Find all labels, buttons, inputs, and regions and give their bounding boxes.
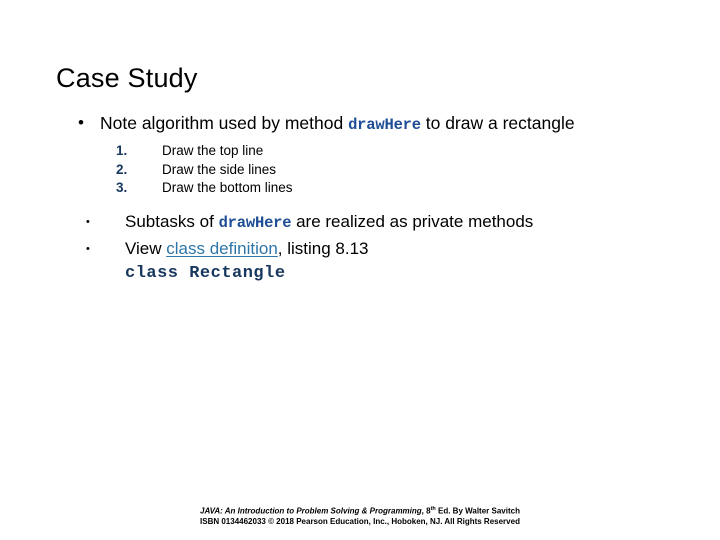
code-token-drawhere: drawHere	[218, 213, 292, 232]
page-title: Case Study	[56, 63, 198, 93]
bullet-level1-text: Note algorithm used by method drawHere t…	[100, 112, 676, 136]
list-item-label: Draw the side lines	[162, 161, 277, 177]
list-item-number: 1.	[116, 143, 128, 158]
bullet-level2-subtasks-text: Subtasks of drawHere are realized as pri…	[125, 209, 676, 236]
bullet-level2-group: • Subtasks of drawHere are realized as p…	[56, 209, 676, 286]
bullet-level2-text-after: are realized as private methods	[291, 211, 534, 231]
class-definition-link[interactable]: class definition	[166, 239, 278, 258]
code-block-class-rectangle: class Rectangle	[125, 263, 286, 283]
footer-edition-suffix: Ed. By Walter Savitch	[435, 506, 520, 516]
list-item-number: 3.	[116, 180, 128, 195]
footer-citation-line: JAVA: An Introduction to Problem Solving…	[0, 504, 720, 517]
bullet-level2-view: • View class definition, listing 8.13	[56, 236, 676, 262]
slide-body: • Note algorithm used by method drawHere…	[56, 112, 676, 286]
bullet-level2-subtasks: • Subtasks of drawHere are realized as p…	[56, 209, 676, 236]
bullet-dot-icon: •	[86, 242, 90, 255]
bullet-dot-icon: •	[78, 113, 84, 132]
list-item-label: Draw the bottom lines	[162, 180, 293, 195]
numbered-list: 1. Draw the top line 2. Draw the side li…	[56, 142, 676, 198]
bullet-level2-view-prefix: View	[125, 238, 167, 258]
bullet-level1: • Note algorithm used by method drawHere…	[56, 112, 676, 136]
list-item-label: Draw the top line	[162, 143, 264, 158]
list-item: 2. Draw the side lines	[56, 161, 676, 180]
bullet-level2-view-text: View class definition, listing 8.13	[125, 236, 676, 262]
footer-edition-prefix: , 8	[421, 506, 431, 516]
list-item: 3. Draw the bottom lines	[56, 179, 676, 198]
slide-canvas: Case Study • Note algorithm used by meth…	[0, 0, 720, 540]
bullet-level1-text-before: Note algorithm used by method	[100, 113, 349, 133]
footer-copyright-line: ISBN 0134462033 © 2018 Pearson Education…	[200, 516, 520, 526]
code-token-drawhere: drawHere	[348, 116, 421, 134]
bullet-dot-icon: •	[86, 215, 90, 228]
bullet-level2-view-suffix: , listing 8.13	[277, 238, 369, 258]
bullet-level1-text-after: to draw a rectangle	[420, 113, 575, 133]
bullet-level2-text-before: Subtasks of	[125, 211, 219, 231]
slide-footer: JAVA: An Introduction to Problem Solving…	[0, 504, 720, 527]
list-item: 1. Draw the top line	[56, 142, 676, 161]
list-item-number: 2.	[116, 161, 128, 177]
footer-book-title: JAVA: An Introduction to Problem Solving…	[200, 506, 422, 516]
